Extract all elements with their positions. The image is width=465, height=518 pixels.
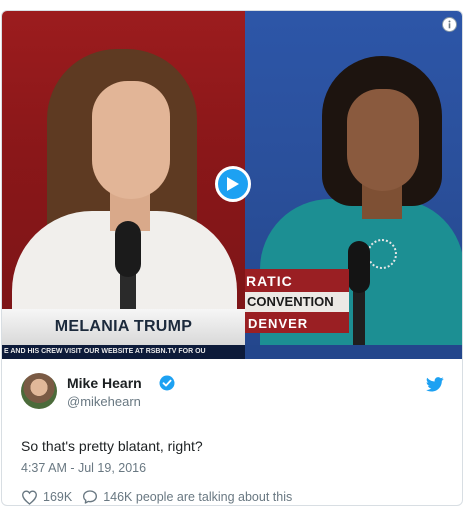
info-button[interactable] [442,17,457,32]
talking-count: 146K people are talking about this [103,490,293,504]
tweet-actions: 169K 146K people are talking about this [21,488,292,505]
play-icon [227,177,239,191]
tweet-body: Mike Hearn @mikehearn So that's pretty b… [2,359,462,505]
brooch [367,239,397,269]
author-handle[interactable]: @mikehearn [67,394,141,409]
author-name[interactable]: Mike Hearn [67,375,142,391]
like-button[interactable]: 169K [21,490,72,505]
speech-bubble-icon [83,490,98,504]
right-lower-third-line2: CONVENTION [245,292,349,312]
tweet-text: So that's pretty blatant, right? [21,438,203,454]
twitter-bird-icon[interactable] [426,377,444,392]
video-thumbnail[interactable]: MELANIA TRUMP E AND HIS CREW VISIT OUR W… [2,11,462,359]
left-speaker-face [92,81,170,199]
left-lower-third: MELANIA TRUMP [2,309,245,345]
right-lower-third-line1: RATIC [246,273,293,289]
tweet-timestamp[interactable]: 4:37 AM - Jul 19, 2016 [21,461,146,475]
right-lower-third-line3: DENVER [248,316,309,331]
left-speaker-name: MELANIA TRUMP [54,318,193,335]
info-icon [448,20,451,29]
left-microphone [115,221,141,277]
right-speaker-face [347,89,419,191]
play-button[interactable] [215,166,251,202]
verified-badge-icon [159,375,175,391]
embedded-tweet-card: MELANIA TRUMP E AND HIS CREW VISIT OUR W… [1,10,463,506]
reply-button[interactable]: 146K people are talking about this [82,489,292,505]
avatar[interactable] [21,373,57,409]
right-ticker-strip [245,345,462,359]
right-microphone [348,241,370,293]
like-count: 169K [43,490,73,504]
heart-icon [21,490,38,505]
left-news-ticker: E AND HIS CREW VISIT OUR WEBSITE AT RSBN… [2,345,247,359]
